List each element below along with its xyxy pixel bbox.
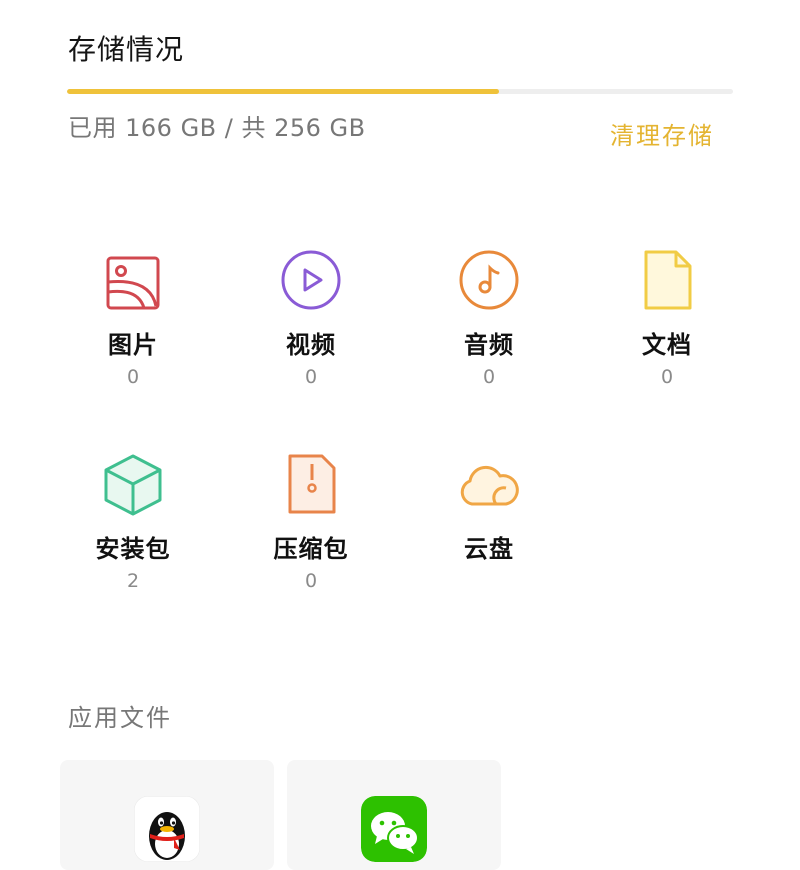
category-images[interactable]: 图片 0 [68, 248, 198, 388]
category-count: 0 [304, 366, 318, 388]
app-files-title: 应用文件 [68, 704, 172, 732]
category-packages[interactable]: 安装包 2 [68, 452, 198, 592]
image-icon [106, 256, 160, 310]
category-label: 图片 [108, 331, 158, 359]
storage-title: 存储情况 [68, 33, 185, 66]
category-videos[interactable]: 视频 0 [246, 248, 376, 388]
category-count: 0 [304, 570, 318, 592]
zip-file-icon [288, 454, 336, 514]
category-label: 视频 [286, 331, 336, 359]
document-icon [644, 250, 692, 310]
category-count: 0 [482, 366, 496, 388]
category-documents[interactable]: 文档 0 [602, 248, 732, 388]
category-audio[interactable]: 音频 0 [424, 248, 554, 388]
category-count: 0 [660, 366, 674, 388]
clean-storage-button[interactable]: 清理存储 [610, 116, 714, 151]
category-archives[interactable]: 压缩包 0 [246, 452, 376, 592]
cloud-icon [460, 465, 519, 506]
category-count: 0 [126, 366, 140, 388]
package-cube-icon [104, 454, 162, 516]
category-label: 云盘 [464, 535, 514, 563]
wechat-icon [361, 796, 427, 862]
category-count: 2 [126, 570, 140, 592]
category-label: 安装包 [95, 535, 171, 563]
storage-usage-text: 已用 166 GB / 共 256 GB [68, 114, 366, 142]
storage-progress-fill [67, 89, 499, 94]
category-cloud-drive[interactable]: 云盘 [424, 452, 554, 570]
category-label: 压缩包 [273, 535, 349, 563]
app-card-qq[interactable] [60, 760, 274, 870]
music-note-icon [459, 250, 519, 310]
app-card-wechat[interactable] [287, 760, 501, 870]
qq-penguin-icon [134, 796, 200, 862]
category-label: 文档 [642, 331, 692, 359]
storage-progress-bar [67, 89, 733, 94]
video-play-icon [281, 250, 341, 310]
category-label: 音频 [464, 331, 514, 359]
